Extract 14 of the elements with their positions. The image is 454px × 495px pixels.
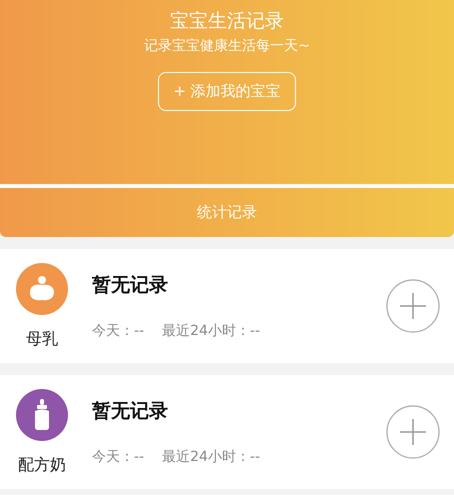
add-record-button[interactable] xyxy=(386,405,440,459)
page-title: 宝宝生活记录 xyxy=(170,9,284,34)
record-status: 暂无记录 xyxy=(92,399,169,424)
today-summary: 今天：-- xyxy=(92,448,144,466)
add-baby-button[interactable]: + 添加我的宝宝 xyxy=(158,72,296,111)
today-summary: 今天：-- xyxy=(92,322,144,340)
record-status: 暂无记录 xyxy=(92,273,169,298)
category-label: 母乳 xyxy=(26,328,58,350)
last-24h-summary: 最近24小时：-- xyxy=(162,322,260,340)
add-record-button[interactable] xyxy=(386,279,440,333)
last-24h-summary: 最近24小时：-- xyxy=(162,448,260,466)
statistics-button[interactable]: 统计记录 xyxy=(0,188,454,237)
category-label: 配方奶 xyxy=(18,454,66,476)
page-subtitle: 记录宝宝健康生活每一天~ xyxy=(144,37,310,56)
